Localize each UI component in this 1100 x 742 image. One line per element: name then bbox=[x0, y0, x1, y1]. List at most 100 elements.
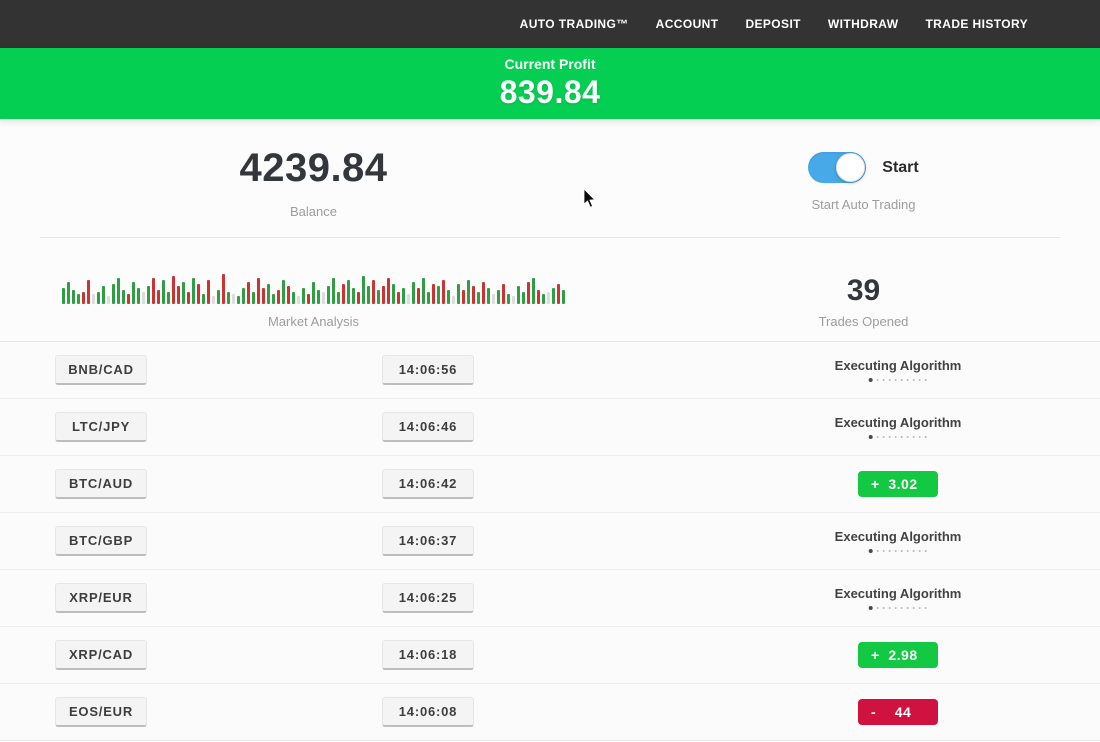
market-analysis-block: Market Analysis bbox=[0, 238, 627, 341]
chart-bar bbox=[172, 276, 175, 304]
progress-dot bbox=[901, 607, 903, 609]
trade-status: Executing Algorithm bbox=[835, 358, 962, 382]
chart-bar bbox=[247, 282, 250, 304]
toggle-knob-icon bbox=[836, 153, 865, 182]
progress-dot bbox=[877, 379, 879, 381]
progress-dot bbox=[907, 550, 909, 552]
progress-dot bbox=[889, 607, 891, 609]
time-chip: 14:06:56 bbox=[382, 355, 474, 385]
result-value: 2.98 bbox=[878, 647, 917, 663]
chart-bar bbox=[302, 288, 305, 304]
progress-dot bbox=[895, 436, 897, 438]
nav-item[interactable]: WITHDRAW bbox=[828, 17, 899, 31]
chart-bar bbox=[157, 290, 160, 304]
pair-chip: BTC/GBP bbox=[55, 526, 147, 556]
chart-bar bbox=[342, 284, 345, 304]
chart-bar bbox=[92, 294, 95, 304]
progress-dots bbox=[869, 435, 927, 439]
progress-dot bbox=[877, 436, 879, 438]
chart-bar bbox=[477, 292, 480, 304]
chart-bar bbox=[117, 278, 120, 304]
chart-bar bbox=[267, 284, 270, 304]
progress-dot bbox=[913, 436, 915, 438]
chart-bar bbox=[252, 292, 255, 304]
chart-bar bbox=[262, 288, 265, 304]
chart-bar bbox=[557, 284, 560, 304]
chart-bar bbox=[292, 292, 295, 304]
trade-status: Executing Algorithm bbox=[835, 529, 962, 553]
chart-bar bbox=[282, 280, 285, 304]
pair-chip: BTC/AUD bbox=[55, 469, 147, 499]
chart-bar bbox=[482, 282, 485, 304]
executing-indicator: Executing Algorithm bbox=[835, 358, 962, 382]
table-row: EOS/EUR 14:06:08 - 44 bbox=[0, 684, 1100, 741]
chart-bar bbox=[522, 292, 525, 304]
progress-dot bbox=[901, 436, 903, 438]
chart-bar bbox=[242, 288, 245, 304]
trades-opened-value: 39 bbox=[847, 276, 880, 306]
chart-bar bbox=[327, 286, 330, 304]
chart-bar bbox=[207, 280, 210, 304]
chart-bar bbox=[452, 296, 455, 304]
pair-chip: XRP/EUR bbox=[55, 583, 147, 613]
table-row: BNB/CAD 14:06:56 Executing Algorithm bbox=[0, 342, 1100, 399]
progress-dot bbox=[883, 379, 885, 381]
chart-bar bbox=[542, 294, 545, 304]
balance-block: 4239.84 Balance bbox=[0, 119, 627, 237]
chart-bar bbox=[352, 288, 355, 304]
progress-dot bbox=[895, 607, 897, 609]
nav-item[interactable]: TRADE HISTORY bbox=[925, 17, 1028, 31]
chart-bar bbox=[422, 278, 425, 304]
executing-label: Executing Algorithm bbox=[835, 586, 962, 601]
chart-bar bbox=[102, 286, 105, 304]
progress-dot bbox=[925, 607, 927, 609]
nav-item[interactable]: ACCOUNT bbox=[656, 17, 719, 31]
chart-bar bbox=[167, 292, 170, 304]
table-row: LTC/JPY 14:06:46 Executing Algorithm bbox=[0, 399, 1100, 456]
chart-bar bbox=[182, 282, 185, 304]
chart-bar bbox=[177, 286, 180, 304]
progress-dot bbox=[925, 379, 927, 381]
chart-bar bbox=[427, 292, 430, 304]
chart-bar bbox=[487, 288, 490, 304]
chart-bar bbox=[272, 294, 275, 304]
top-nav: AUTO TRADING™ ACCOUNT DEPOSIT WITHDRAW TRADE… bbox=[0, 0, 1100, 48]
progress-dot bbox=[869, 549, 873, 553]
chart-bar bbox=[537, 290, 540, 304]
profit-banner-value: 839.84 bbox=[500, 74, 601, 111]
table-row: BTC/GBP 14:06:37 Executing Algorithm bbox=[0, 513, 1100, 570]
progress-dot bbox=[919, 379, 921, 381]
chart-bar bbox=[222, 274, 225, 304]
progress-dot bbox=[869, 435, 873, 439]
chart-bar bbox=[187, 292, 190, 304]
result-sign: - bbox=[871, 704, 876, 720]
chart-bar bbox=[197, 284, 200, 304]
chart-bar bbox=[552, 288, 555, 304]
chart-bar bbox=[62, 288, 65, 304]
progress-dot bbox=[895, 379, 897, 381]
toggle-label: Start bbox=[882, 159, 918, 177]
chart-bar bbox=[97, 292, 100, 304]
market-analysis-chart bbox=[62, 272, 565, 304]
chart-bar bbox=[147, 286, 150, 304]
nav-item[interactable]: DEPOSIT bbox=[745, 17, 800, 31]
chart-bar bbox=[257, 278, 260, 304]
time-chip: 14:06:46 bbox=[382, 412, 474, 442]
chart-bar bbox=[152, 278, 155, 304]
table-row: BTC/AUD 14:06:42 + 3.02 bbox=[0, 456, 1100, 513]
chart-bar bbox=[532, 278, 535, 304]
chart-bar bbox=[307, 294, 310, 304]
balance-label: Balance bbox=[290, 204, 337, 219]
executing-label: Executing Algorithm bbox=[835, 415, 962, 430]
progress-dot bbox=[877, 550, 879, 552]
chart-bar bbox=[547, 292, 550, 304]
chart-bar bbox=[407, 294, 410, 304]
chart-bar bbox=[462, 290, 465, 304]
chart-bar bbox=[527, 282, 530, 304]
pair-chip: LTC/JPY bbox=[55, 412, 147, 442]
progress-dot bbox=[913, 607, 915, 609]
result-badge: + 3.02 bbox=[858, 471, 938, 497]
progress-dot bbox=[883, 607, 885, 609]
nav-item[interactable]: AUTO TRADING™ bbox=[520, 17, 629, 31]
auto-trading-toggle[interactable] bbox=[808, 152, 866, 183]
